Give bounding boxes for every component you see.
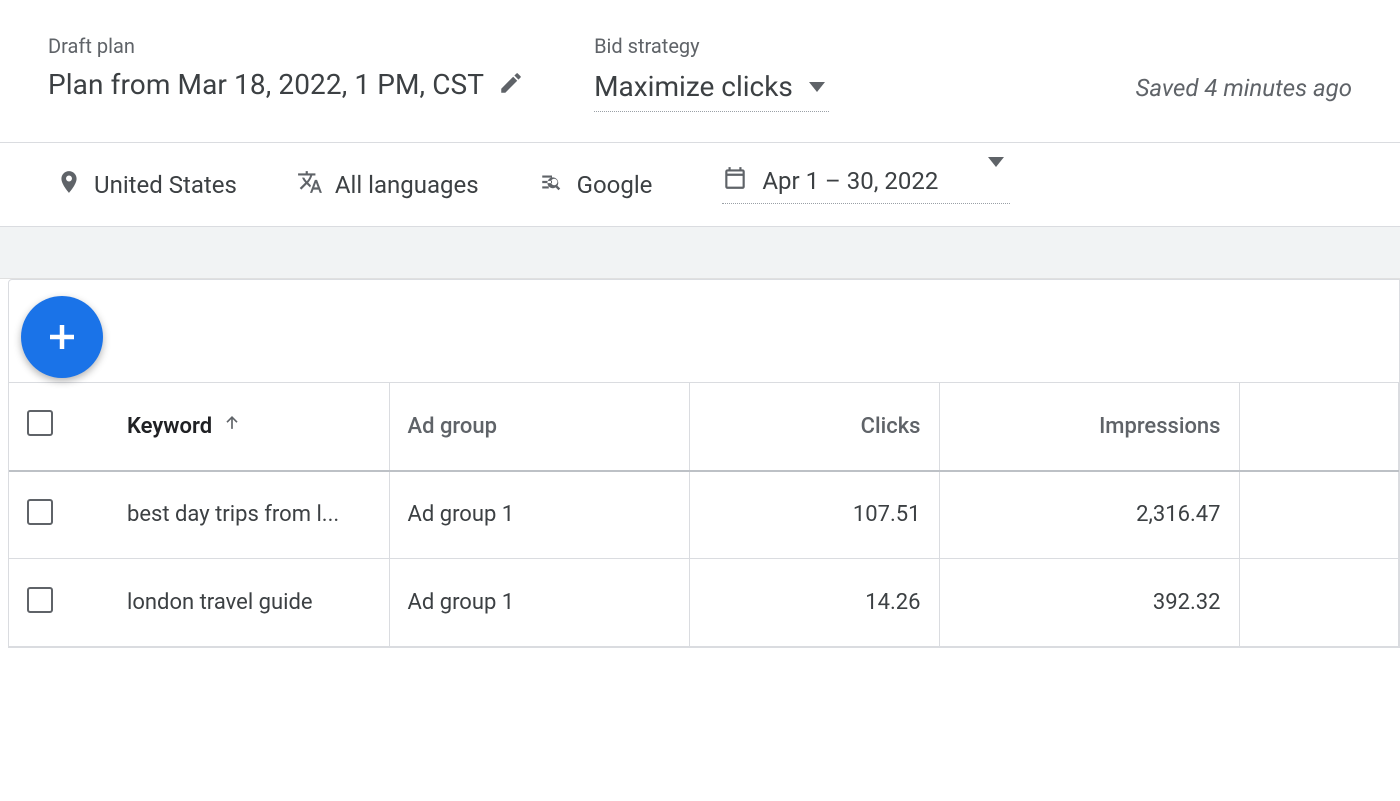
location-pin-icon	[56, 169, 82, 201]
date-range-filter[interactable]: Apr 1 – 30, 2022	[722, 165, 1010, 204]
content-gap	[0, 227, 1400, 279]
table-header-row: Keyword Ad group Clicks Impressions	[9, 383, 1399, 471]
draft-plan-label: Draft plan	[48, 34, 524, 58]
language-value: All languages	[335, 171, 479, 199]
location-value: United States	[94, 171, 237, 199]
plus-icon	[44, 319, 80, 355]
translate-icon	[297, 169, 323, 201]
cell-keyword[interactable]: london travel guide	[109, 559, 389, 647]
add-keyword-button[interactable]	[21, 296, 103, 378]
plan-title-row: Plan from Mar 18, 2022, 1 PM, CST	[48, 68, 524, 101]
location-filter[interactable]: United States	[56, 169, 237, 201]
header-keyword-label: Keyword	[127, 414, 212, 439]
header-impressions[interactable]: Impressions	[939, 383, 1239, 471]
bid-strategy-label: Bid strategy	[594, 34, 829, 58]
cell-impressions: 392.32	[939, 559, 1239, 647]
header-empty	[1239, 383, 1399, 471]
calendar-icon	[722, 165, 748, 197]
bid-strategy-value: Maximize clicks	[594, 70, 793, 103]
filter-bar: United States All languages Google Apr 1…	[0, 143, 1400, 227]
header-ad-group[interactable]: Ad group	[389, 383, 689, 471]
chevron-down-icon	[809, 82, 825, 92]
bid-strategy-block: Bid strategy Maximize clicks	[594, 34, 829, 112]
plan-header: Draft plan Plan from Mar 18, 2022, 1 PM,…	[0, 0, 1400, 143]
table-body: best day trips from l... Ad group 1 107.…	[9, 471, 1399, 647]
saved-status: Saved 4 minutes ago	[1136, 34, 1352, 102]
bid-strategy-select[interactable]: Maximize clicks	[594, 68, 829, 112]
row-checkbox[interactable]	[27, 499, 53, 525]
row-checkbox[interactable]	[27, 587, 53, 613]
header-clicks[interactable]: Clicks	[689, 383, 939, 471]
table-row: london travel guide Ad group 1 14.26 392…	[9, 559, 1399, 647]
cell-empty	[1239, 471, 1399, 559]
network-filter[interactable]: Google	[539, 169, 653, 201]
draft-plan-block: Draft plan Plan from Mar 18, 2022, 1 PM,…	[48, 34, 524, 101]
cell-keyword[interactable]: best day trips from l...	[109, 471, 389, 559]
cell-impressions: 2,316.47	[939, 471, 1239, 559]
pencil-icon[interactable]	[498, 70, 524, 100]
arrow-up-icon	[222, 413, 242, 439]
keywords-table: Keyword Ad group Clicks Impressions best…	[9, 382, 1399, 647]
table-row: best day trips from l... Ad group 1 107.…	[9, 471, 1399, 559]
keywords-table-card: Keyword Ad group Clicks Impressions best…	[8, 279, 1400, 648]
cell-clicks: 14.26	[689, 559, 939, 647]
cell-ad-group[interactable]: Ad group 1	[389, 559, 689, 647]
cell-ad-group[interactable]: Ad group 1	[389, 471, 689, 559]
cell-empty	[1239, 559, 1399, 647]
header-checkbox-cell	[9, 383, 109, 471]
search-network-icon	[539, 169, 565, 201]
language-filter[interactable]: All languages	[297, 169, 479, 201]
select-all-checkbox[interactable]	[27, 410, 53, 436]
chevron-down-icon	[988, 167, 1004, 195]
header-keyword[interactable]: Keyword	[109, 383, 389, 471]
cell-clicks: 107.51	[689, 471, 939, 559]
date-range-value: Apr 1 – 30, 2022	[762, 167, 938, 195]
network-value: Google	[577, 171, 653, 199]
plan-title: Plan from Mar 18, 2022, 1 PM, CST	[48, 68, 484, 101]
